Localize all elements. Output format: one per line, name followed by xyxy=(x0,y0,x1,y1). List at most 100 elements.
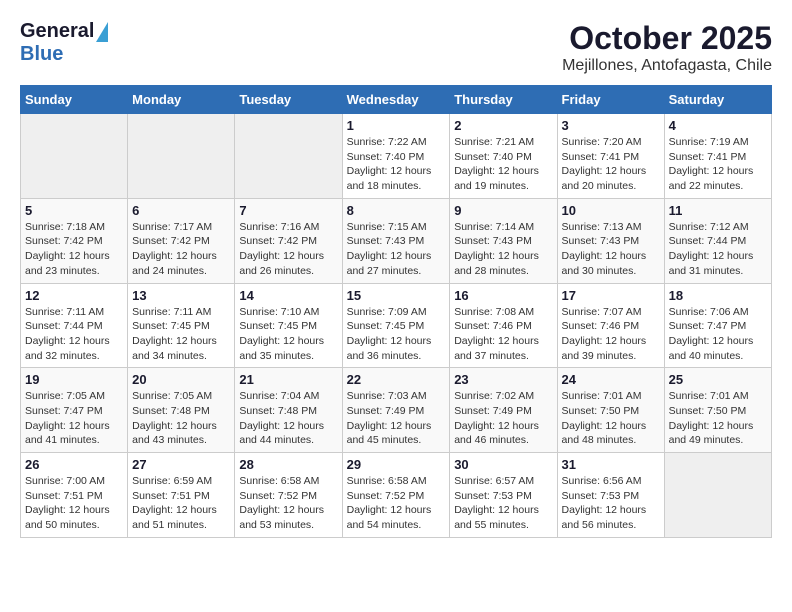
day-number: 16 xyxy=(454,288,552,303)
table-row: 8 Sunrise: 7:15 AM Sunset: 7:43 PM Daylig… xyxy=(342,198,450,283)
table-row xyxy=(664,453,771,538)
day-number: 5 xyxy=(25,203,123,218)
table-row: 17 Sunrise: 7:07 AM Sunset: 7:46 PM Dayli… xyxy=(557,283,664,368)
table-row xyxy=(128,114,235,199)
logo: General Blue xyxy=(20,20,108,66)
day-number: 4 xyxy=(669,118,767,133)
table-row: 18Sunrise: 7:06 AM Sunset: 7:47 PM Dayli… xyxy=(664,283,771,368)
table-row: 6 Sunrise: 7:17 AM Sunset: 7:42 PM Daylig… xyxy=(128,198,235,283)
calendar-table: Sunday Monday Tuesday Wednesday Thursday… xyxy=(20,85,772,538)
table-row: 2Sunrise: 7:21 AM Sunset: 7:40 PM Daylig… xyxy=(450,114,557,199)
table-row xyxy=(235,114,342,199)
table-row: 10 Sunrise: 7:13 AM Sunset: 7:43 PM Dayli… xyxy=(557,198,664,283)
day-number: 14 xyxy=(239,288,337,303)
table-row: 19 Sunrise: 7:05 AM Sunset: 7:47 PM Dayli… xyxy=(21,368,128,453)
logo-general-text: General xyxy=(20,20,94,43)
day-number: 12 xyxy=(25,288,123,303)
header-tuesday: Tuesday xyxy=(235,86,342,114)
table-row: 3Sunrise: 7:20 AM Sunset: 7:41 PM Daylig… xyxy=(557,114,664,199)
table-row: 29Sunrise: 6:58 AM Sunset: 7:52 PM Dayli… xyxy=(342,453,450,538)
day-number: 2 xyxy=(454,118,552,133)
day-number: 23 xyxy=(454,372,552,387)
day-info: Sunrise: 7:03 AM Sunset: 7:49 PM Dayligh… xyxy=(347,389,446,448)
day-number: 15 xyxy=(347,288,446,303)
day-number: 13 xyxy=(132,288,230,303)
day-number: 30 xyxy=(454,457,552,472)
table-row: 9 Sunrise: 7:14 AM Sunset: 7:43 PM Daylig… xyxy=(450,198,557,283)
day-number: 28 xyxy=(239,457,337,472)
day-number: 20 xyxy=(132,372,230,387)
header-wednesday: Wednesday xyxy=(342,86,450,114)
table-row: 30 Sunrise: 6:57 AM Sunset: 7:53 PM Dayli… xyxy=(450,453,557,538)
header: General Blue October 2025 Mejillones, An… xyxy=(20,20,772,75)
header-friday: Friday xyxy=(557,86,664,114)
table-row: 4 Sunrise: 7:19 AM Sunset: 7:41 PM Daylig… xyxy=(664,114,771,199)
day-number: 25 xyxy=(669,372,767,387)
month-title: October 2025 xyxy=(562,20,772,57)
day-info: Sunrise: 7:13 AM Sunset: 7:43 PM Dayligh… xyxy=(562,220,660,279)
week-row-3: 12Sunrise: 7:11 AM Sunset: 7:44 PM Dayli… xyxy=(21,283,772,368)
day-info: Sunrise: 7:06 AM Sunset: 7:47 PM Dayligh… xyxy=(669,305,767,364)
title-area: October 2025 Mejillones, Antofagasta, Ch… xyxy=(562,20,772,75)
day-info: Sunrise: 7:15 AM Sunset: 7:43 PM Dayligh… xyxy=(347,220,446,279)
day-info: Sunrise: 7:22 AM Sunset: 7:40 PM Dayligh… xyxy=(347,135,446,194)
day-number: 3 xyxy=(562,118,660,133)
day-info: Sunrise: 6:57 AM Sunset: 7:53 PM Dayligh… xyxy=(454,474,552,533)
week-row-2: 5 Sunrise: 7:18 AM Sunset: 7:42 PM Daylig… xyxy=(21,198,772,283)
day-info: Sunrise: 7:01 AM Sunset: 7:50 PM Dayligh… xyxy=(562,389,660,448)
day-info: Sunrise: 7:08 AM Sunset: 7:46 PM Dayligh… xyxy=(454,305,552,364)
day-number: 8 xyxy=(347,203,446,218)
header-thursday: Thursday xyxy=(450,86,557,114)
weekday-header-row: Sunday Monday Tuesday Wednesday Thursday… xyxy=(21,86,772,114)
day-number: 19 xyxy=(25,372,123,387)
day-info: Sunrise: 7:17 AM Sunset: 7:42 PM Dayligh… xyxy=(132,220,230,279)
day-info: Sunrise: 7:02 AM Sunset: 7:49 PM Dayligh… xyxy=(454,389,552,448)
header-saturday: Saturday xyxy=(664,86,771,114)
day-number: 10 xyxy=(562,203,660,218)
day-info: Sunrise: 6:59 AM Sunset: 7:51 PM Dayligh… xyxy=(132,474,230,533)
table-row: 16 Sunrise: 7:08 AM Sunset: 7:46 PM Dayli… xyxy=(450,283,557,368)
day-info: Sunrise: 7:14 AM Sunset: 7:43 PM Dayligh… xyxy=(454,220,552,279)
day-info: Sunrise: 7:19 AM Sunset: 7:41 PM Dayligh… xyxy=(669,135,767,194)
day-number: 22 xyxy=(347,372,446,387)
day-info: Sunrise: 7:05 AM Sunset: 7:48 PM Dayligh… xyxy=(132,389,230,448)
day-number: 11 xyxy=(669,203,767,218)
day-number: 31 xyxy=(562,457,660,472)
day-info: Sunrise: 7:16 AM Sunset: 7:42 PM Dayligh… xyxy=(239,220,337,279)
table-row: 14Sunrise: 7:10 AM Sunset: 7:45 PM Dayli… xyxy=(235,283,342,368)
table-row: 1 Sunrise: 7:22 AM Sunset: 7:40 PM Daylig… xyxy=(342,114,450,199)
day-info: Sunrise: 7:07 AM Sunset: 7:46 PM Dayligh… xyxy=(562,305,660,364)
table-row: 15 Sunrise: 7:09 AM Sunset: 7:45 PM Dayli… xyxy=(342,283,450,368)
day-info: Sunrise: 7:01 AM Sunset: 7:50 PM Dayligh… xyxy=(669,389,767,448)
table-row: 12Sunrise: 7:11 AM Sunset: 7:44 PM Dayli… xyxy=(21,283,128,368)
day-info: Sunrise: 7:04 AM Sunset: 7:48 PM Dayligh… xyxy=(239,389,337,448)
day-number: 1 xyxy=(347,118,446,133)
day-info: Sunrise: 7:05 AM Sunset: 7:47 PM Dayligh… xyxy=(25,389,123,448)
day-info: Sunrise: 7:09 AM Sunset: 7:45 PM Dayligh… xyxy=(347,305,446,364)
day-info: Sunrise: 6:58 AM Sunset: 7:52 PM Dayligh… xyxy=(347,474,446,533)
table-row: 7Sunrise: 7:16 AM Sunset: 7:42 PM Daylig… xyxy=(235,198,342,283)
table-row: 31 Sunrise: 6:56 AM Sunset: 7:53 PM Dayli… xyxy=(557,453,664,538)
day-info: Sunrise: 7:18 AM Sunset: 7:42 PM Dayligh… xyxy=(25,220,123,279)
table-row: 13 Sunrise: 7:11 AM Sunset: 7:45 PM Dayli… xyxy=(128,283,235,368)
day-number: 9 xyxy=(454,203,552,218)
table-row: 20 Sunrise: 7:05 AM Sunset: 7:48 PM Dayli… xyxy=(128,368,235,453)
table-row: 5 Sunrise: 7:18 AM Sunset: 7:42 PM Daylig… xyxy=(21,198,128,283)
header-monday: Monday xyxy=(128,86,235,114)
table-row: 23 Sunrise: 7:02 AM Sunset: 7:49 PM Dayli… xyxy=(450,368,557,453)
day-info: Sunrise: 7:11 AM Sunset: 7:45 PM Dayligh… xyxy=(132,305,230,364)
logo-triangle-icon xyxy=(96,22,108,42)
table-row: 28Sunrise: 6:58 AM Sunset: 7:52 PM Dayli… xyxy=(235,453,342,538)
day-number: 17 xyxy=(562,288,660,303)
table-row xyxy=(21,114,128,199)
week-row-4: 19 Sunrise: 7:05 AM Sunset: 7:47 PM Dayli… xyxy=(21,368,772,453)
week-row-5: 26Sunrise: 7:00 AM Sunset: 7:51 PM Dayli… xyxy=(21,453,772,538)
table-row: 22 Sunrise: 7:03 AM Sunset: 7:49 PM Dayli… xyxy=(342,368,450,453)
table-row: 11 Sunrise: 7:12 AM Sunset: 7:44 PM Dayli… xyxy=(664,198,771,283)
day-number: 6 xyxy=(132,203,230,218)
day-info: Sunrise: 6:56 AM Sunset: 7:53 PM Dayligh… xyxy=(562,474,660,533)
day-info: Sunrise: 7:00 AM Sunset: 7:51 PM Dayligh… xyxy=(25,474,123,533)
day-info: Sunrise: 7:12 AM Sunset: 7:44 PM Dayligh… xyxy=(669,220,767,279)
logo-blue-text: Blue xyxy=(20,43,63,66)
table-row: 26Sunrise: 7:00 AM Sunset: 7:51 PM Dayli… xyxy=(21,453,128,538)
